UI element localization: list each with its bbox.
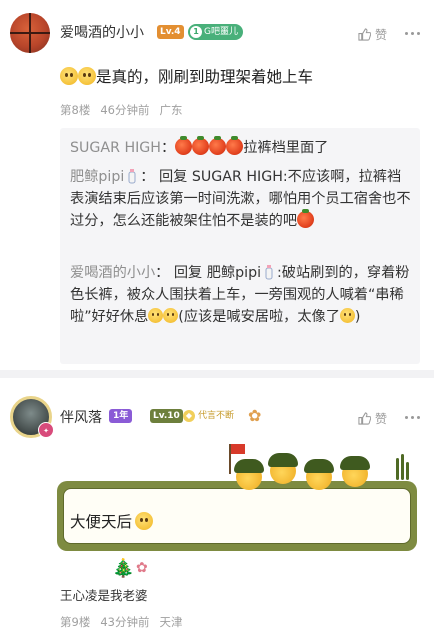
emoji-icon <box>148 308 164 323</box>
divider <box>0 370 434 378</box>
avatar[interactable]: ✦ <box>10 396 54 438</box>
milk-bottle-icon <box>128 169 136 184</box>
level-badge: Lv.4 <box>157 25 184 39</box>
reply-author[interactable]: 爱喝酒的小小 <box>70 265 155 281</box>
like-label: 赞 <box>375 412 388 426</box>
comment-meta: 第9楼 43分钟前 天津 <box>60 614 192 630</box>
year-badge: 1年 <box>109 409 133 423</box>
comment-content: 大便天后 <box>70 510 154 532</box>
reply-to[interactable]: 肥鲸pipi <box>207 265 261 281</box>
like-button[interactable]: 赞 <box>358 410 387 427</box>
tag-label: G吧噩儿 <box>204 27 238 37</box>
emoji-icon <box>78 67 96 85</box>
reply-text-after: (应该是喊安居啦，太像了 <box>178 309 340 325</box>
location: 天津 <box>159 615 183 629</box>
username[interactable]: 爱喝酒的小小 <box>60 22 144 42</box>
soldier-icon <box>340 456 370 487</box>
more-dots-icon[interactable] <box>405 416 421 420</box>
tag-label: 代言不断 <box>198 411 235 421</box>
tomato-icon <box>226 136 244 155</box>
reply-item[interactable]: 爱喝酒的小小： 回复 肥鲸pipi:破站刷到的，穿着粉色长裤，被众人围扶着上车，… <box>70 262 414 328</box>
fan-tag-badge: 1 G吧噩儿 <box>188 24 243 40</box>
emoji-icon <box>163 308 179 323</box>
tomato-icon <box>192 136 210 155</box>
emoji-icon <box>135 512 154 530</box>
emoji-icon <box>60 67 78 85</box>
reply-list[interactable]: SUGAR HIGH： 拉裤档里面了 肥鲸pipi： 回复 SUGAR HIGH:… <box>60 128 420 364</box>
level-badge: Lv.10 <box>150 409 183 423</box>
grass-icon <box>396 454 410 480</box>
soldier-icon <box>234 459 264 490</box>
comment-meta: 第8楼 46分钟前 广东 <box>60 102 192 118</box>
reply-author[interactable]: SUGAR HIGH <box>70 140 161 156</box>
avatar-frame-badge: ✦ <box>38 422 54 438</box>
like-label: 赞 <box>375 28 388 42</box>
milk-bottle-icon <box>265 265 273 280</box>
like-button[interactable]: 赞 <box>358 26 387 43</box>
reply-text: 拉裤档里面了 <box>243 140 329 156</box>
thumb-up-icon <box>358 28 371 41</box>
fan-tag-badge: ◆ 代言不断 <box>181 408 239 424</box>
emoji-icon <box>339 308 355 323</box>
bunny-icon: ✿ <box>248 406 262 425</box>
reply-item[interactable]: 肥鲸pipi： 回复 SUGAR HIGH:不应该啊，拉裤裆表演结束后应该第一时… <box>70 166 414 232</box>
soldier-icon <box>304 459 334 490</box>
reply-prefix: 回复 <box>158 169 188 185</box>
tomato-icon <box>175 136 193 155</box>
time-ago: 43分钟前 <box>100 615 150 629</box>
avatar[interactable] <box>10 13 50 53</box>
tomato-icon <box>297 209 315 228</box>
comment-floor-8: 爱喝酒的小小 Lv.4 1 G吧噩儿 赞 是真的，刚刷到助理架着她上车 第8楼 4… <box>0 0 434 376</box>
more-dots-icon[interactable] <box>405 32 421 36</box>
signature-text: 王心凌是我老婆 <box>60 588 148 603</box>
gem-icon: ◆ <box>183 410 195 422</box>
content-text: 大便天后 <box>70 513 133 531</box>
soldier-icon <box>268 453 298 484</box>
christmas-tree-icon: 🎄 <box>112 558 135 579</box>
comment-content: 是真的，刚刷到助理架着她上车 <box>60 65 313 87</box>
thumb-up-icon <box>358 412 371 425</box>
reply-text-end: ) <box>354 309 361 325</box>
floor-number: 第8楼 <box>60 103 91 117</box>
username[interactable]: 伴风落 <box>60 407 102 427</box>
location: 广东 <box>159 103 183 117</box>
tag-number: 1 <box>190 26 202 38</box>
reply-author[interactable]: 肥鲸pipi <box>70 169 124 185</box>
content-text: 是真的，刚刷到助理架着她上车 <box>96 68 314 86</box>
reply-to[interactable]: SUGAR HIGH <box>192 169 283 185</box>
reply-prefix: 回复 <box>173 265 203 281</box>
floor-number: 第9楼 <box>60 615 91 629</box>
tomato-icon <box>209 136 227 155</box>
time-ago: 46分钟前 <box>100 103 150 117</box>
bunny-icon: ✿ <box>136 560 148 576</box>
reply-item[interactable]: SUGAR HIGH： 拉裤档里面了 <box>70 136 414 159</box>
